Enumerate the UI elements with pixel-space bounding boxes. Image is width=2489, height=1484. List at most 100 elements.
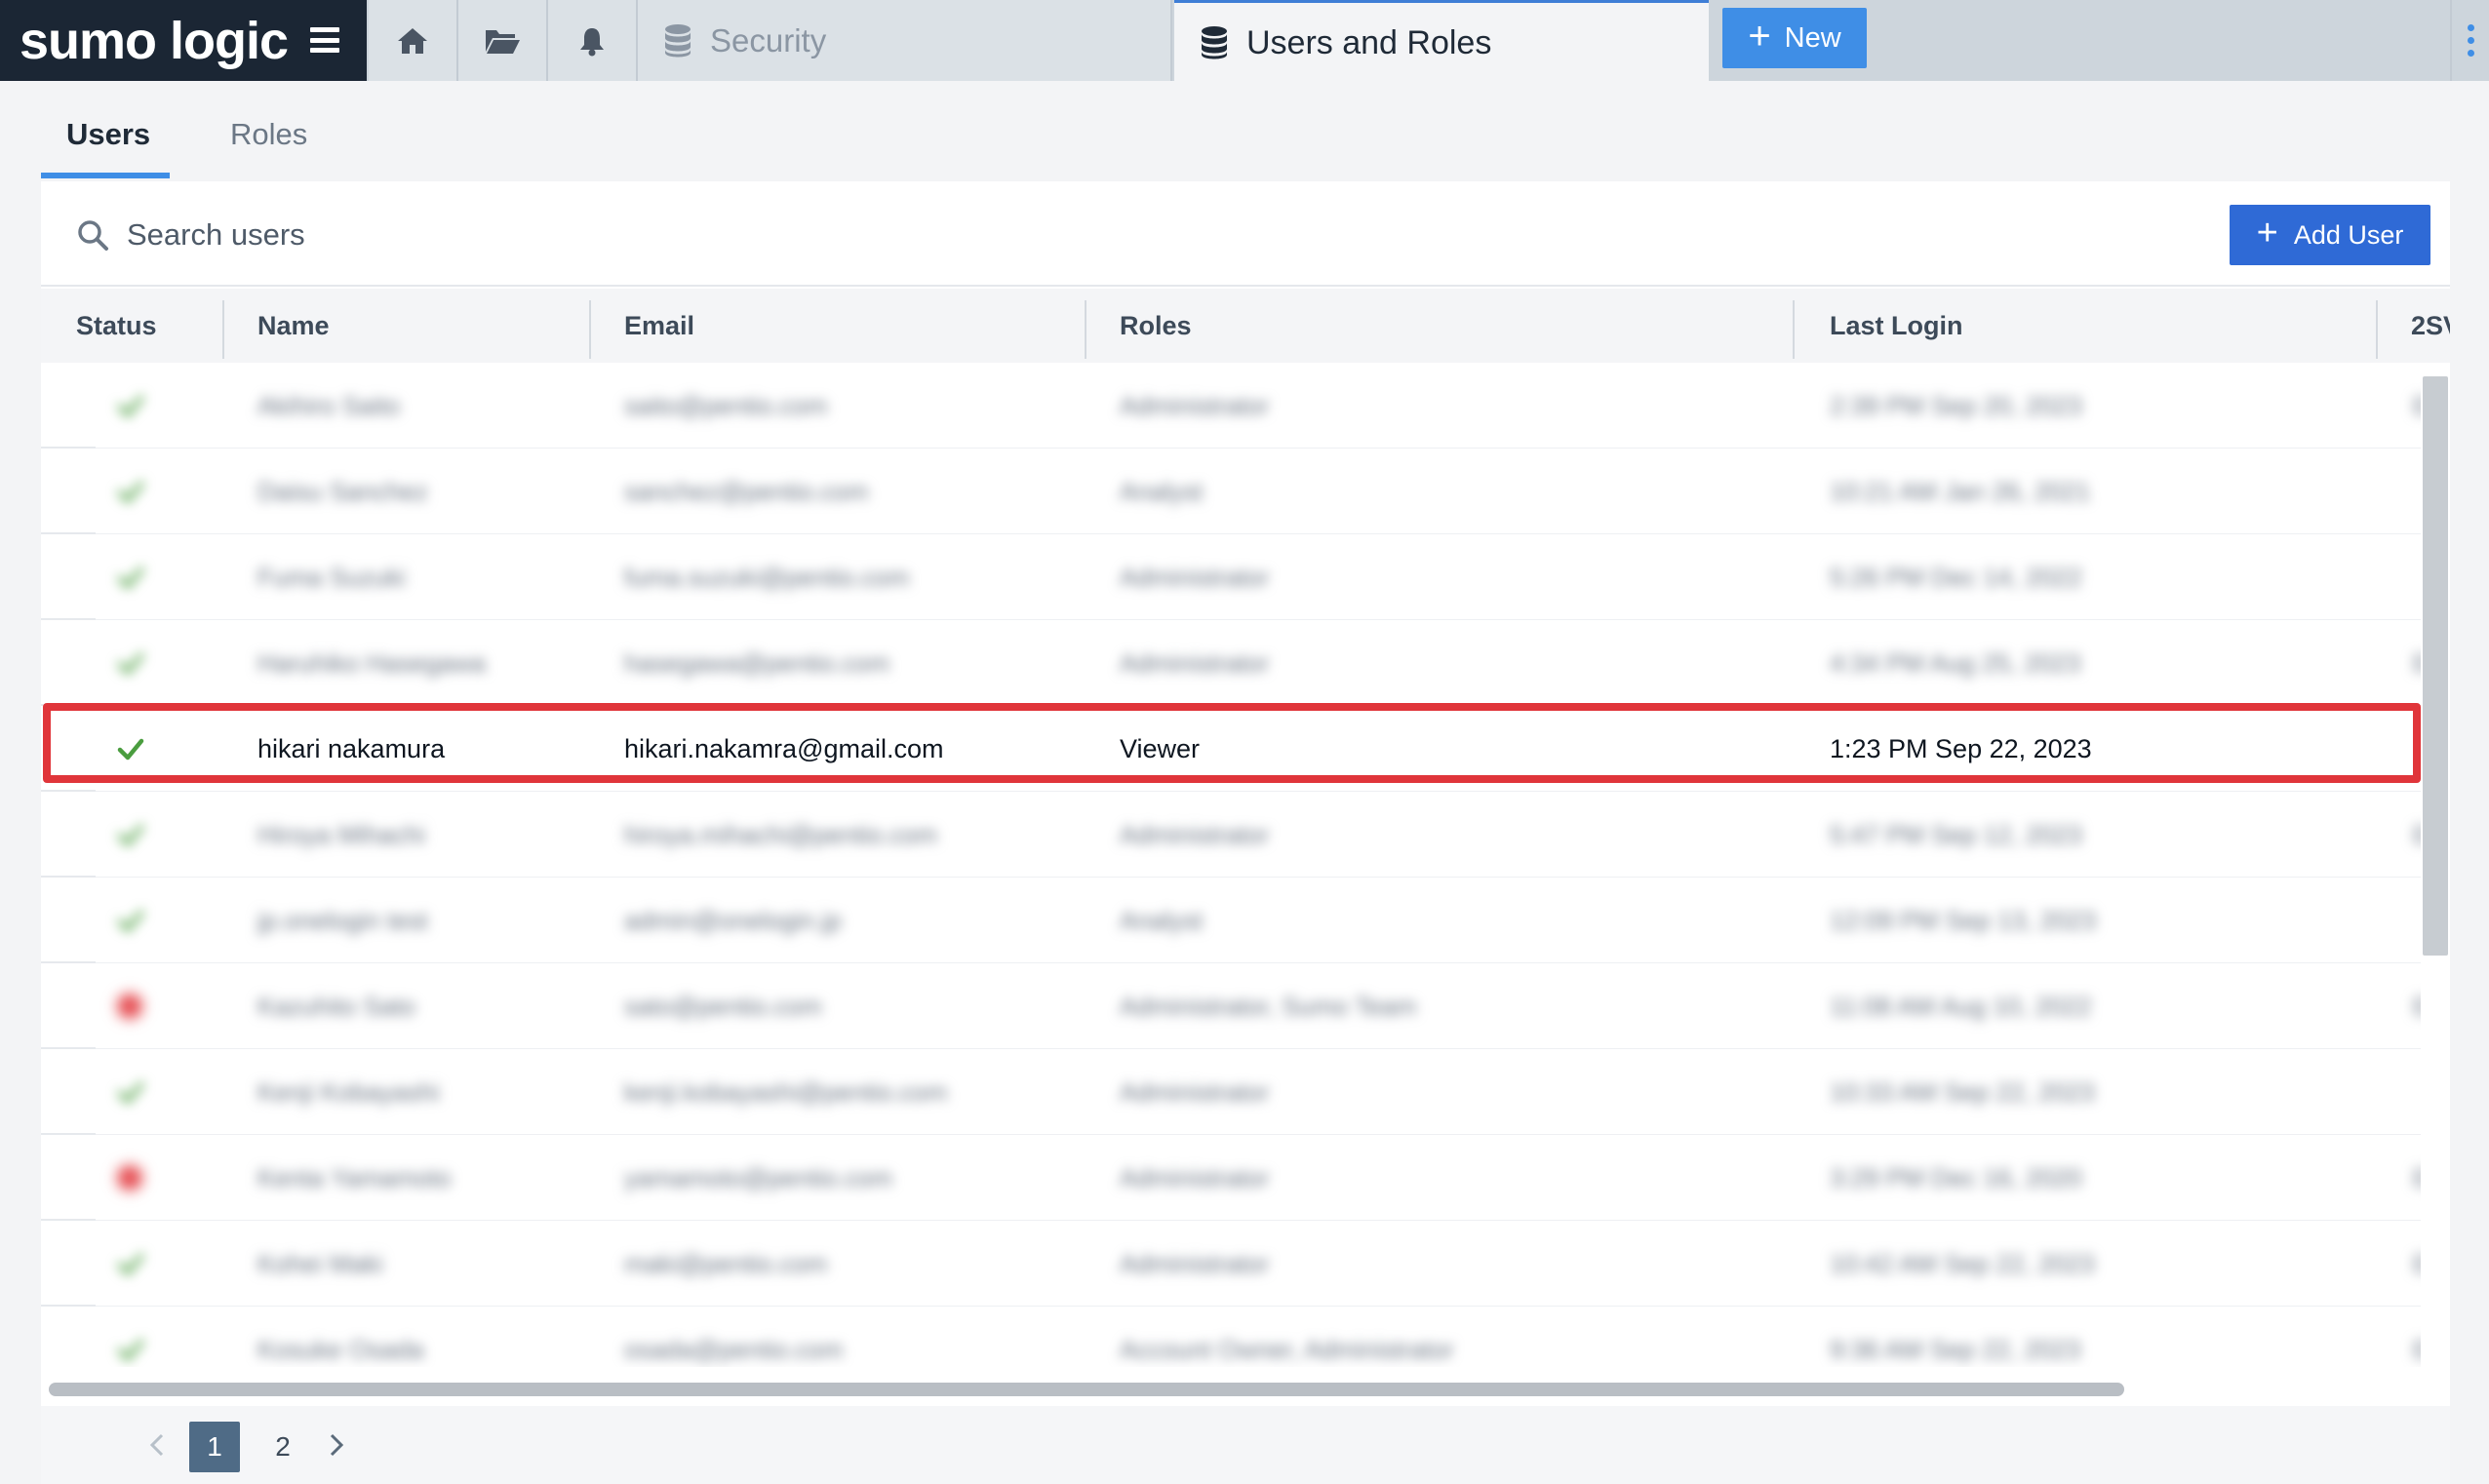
- search-bar: + Add User: [41, 181, 2450, 287]
- horizontal-scrollbar[interactable]: [49, 1383, 2124, 1396]
- cell-name: Kosuke Osada: [257, 1334, 424, 1364]
- cell-name: Daisu Sanchez: [257, 476, 428, 506]
- table-row[interactable]: Hiroya Mihachi hiroya.mihachi@pentio.com A…: [41, 792, 2421, 878]
- cell-last-login: 2:39 PM Sep 20, 2023: [1830, 390, 2082, 420]
- page-2-button[interactable]: 2: [257, 1422, 308, 1472]
- new-button-label: New: [1784, 21, 1841, 54]
- cell-2sv: E: [2413, 1221, 2421, 1307]
- cell-email: hiroya.mihachi@pentio.com: [624, 819, 938, 849]
- sumo-logic-logo[interactable]: sumo logic: [20, 11, 289, 71]
- tab-roles[interactable]: Roles: [230, 117, 307, 152]
- column-resize-handle[interactable]: [222, 300, 224, 359]
- cell-email: sato@pentio.com: [624, 991, 822, 1021]
- cell-name: Akihiro Saito: [257, 390, 400, 420]
- cell-roles: Administrator: [1120, 1248, 1270, 1278]
- table-row[interactable]: Fuma Suzuki fuma.suzuki@pentio.com Adminis…: [41, 534, 2421, 620]
- tab-security-label: Security: [710, 21, 827, 59]
- table-row[interactable]: Haruhiko Hasegawa hasegawa@pentio.com Admi…: [41, 620, 2421, 706]
- tab-users[interactable]: Users: [66, 117, 150, 152]
- cell-roles: Administrator: [1120, 819, 1270, 849]
- chevron-left-icon[interactable]: [144, 1431, 172, 1459]
- cell-email: maki@pentio.com: [624, 1248, 828, 1278]
- cell-email: hikari.nakamra@gmail.com: [624, 733, 944, 763]
- add-user-button[interactable]: + Add User: [2230, 205, 2430, 265]
- cell-last-login: 4:34 PM Aug 25, 2023: [1830, 647, 2081, 678]
- cell-email: fuma.suzuki@pentio.com: [624, 562, 910, 592]
- status-active-icon: [117, 878, 144, 963]
- status-active-icon: [117, 1049, 144, 1135]
- table-row[interactable]: Kohei Maki maki@pentio.com Administrator 10…: [41, 1221, 2421, 1307]
- cell-name: Hiroya Mihachi: [257, 819, 425, 849]
- search-icon: [78, 220, 108, 251]
- database-icon: [1202, 26, 1227, 59]
- search-input[interactable]: [125, 211, 1003, 259]
- cell-last-login: 5:47 PM Sep 12, 2023: [1830, 819, 2082, 849]
- table-row[interactable]: Kosuke Osada osada@pentio.com Account Owne…: [41, 1307, 2421, 1367]
- status-active-icon: [117, 620, 144, 706]
- top-bar: sumo logic Security Users and Roles + Ne…: [0, 0, 2489, 83]
- table-row[interactable]: Daisu Sanchez sanchez@pentio.com Analyst 10…: [41, 449, 2421, 534]
- home-button[interactable]: [369, 0, 458, 81]
- column-header-status[interactable]: Status: [76, 289, 157, 363]
- more-options-icon[interactable]: [2450, 0, 2489, 81]
- cell-last-login: 3:29 PM Dec 16, 2020: [1830, 1162, 2082, 1192]
- column-header-name[interactable]: Name: [257, 289, 330, 363]
- alerts-button[interactable]: [548, 0, 638, 81]
- column-header-last-login[interactable]: Last Login: [1830, 289, 1963, 363]
- column-header-2sv[interactable]: 2SV: [2411, 289, 2450, 363]
- table-header: Status Name Email Roles Last Login 2SV: [41, 289, 2450, 363]
- cell-last-login: 10:33 AM Sep 22, 2023: [1830, 1076, 2095, 1107]
- new-button[interactable]: + New: [1722, 8, 1867, 68]
- table-row[interactable]: Kenji Kobayashi kenji.kobayashi@pentio.co…: [41, 1049, 2421, 1135]
- column-resize-handle[interactable]: [2376, 300, 2378, 359]
- cell-2sv: E: [2413, 620, 2421, 706]
- cell-roles: Analyst: [1120, 905, 1204, 935]
- cell-last-login: 10:42 AM Sep 22, 2023: [1830, 1248, 2095, 1278]
- menu-icon[interactable]: [310, 27, 339, 53]
- plus-icon: +: [2256, 213, 2278, 254]
- cell-2sv: E: [2413, 1307, 2421, 1367]
- chevron-right-icon[interactable]: [322, 1431, 349, 1459]
- cell-roles: Administrator, Sumo Team: [1120, 991, 1417, 1021]
- vertical-scrollbar[interactable]: [2423, 376, 2448, 956]
- status-active-icon: [117, 363, 144, 449]
- cell-name: Kohei Maki: [257, 1248, 383, 1278]
- status-active-icon: [117, 449, 144, 534]
- cell-roles: Administrator: [1120, 390, 1270, 420]
- cell-name: hikari nakamura: [257, 733, 446, 763]
- tab-security[interactable]: Security: [638, 0, 1172, 81]
- folder-icon: [486, 29, 520, 54]
- cell-email: saito@pentio.com: [624, 390, 828, 420]
- cell-2sv: E: [2413, 792, 2421, 878]
- table-row[interactable]: Kenta Yamamoto yamamoto@pentio.com Adminis…: [41, 1135, 2421, 1221]
- cell-roles: Analyst: [1120, 476, 1204, 506]
- home-icon: [398, 27, 427, 54]
- column-header-email[interactable]: Email: [624, 289, 694, 363]
- cell-last-login: 10:21 AM Jan 26, 2021: [1830, 476, 2091, 506]
- table-row[interactable]: Kazuhito Sato sato@pentio.com Administrato…: [41, 963, 2421, 1049]
- pagination: 1 2: [41, 1406, 2450, 1484]
- page-1-button[interactable]: 1: [189, 1422, 240, 1472]
- tab-users-and-roles[interactable]: Users and Roles: [1174, 0, 1709, 83]
- table-row[interactable]: hikari nakamura hikari.nakamra@gmail.com V…: [41, 706, 2421, 792]
- table-row[interactable]: jp.onelogin test admin@onelogin.jp Analyst…: [41, 878, 2421, 963]
- cell-email: admin@onelogin.jp: [624, 905, 842, 935]
- cell-last-login: 11:08 AM Aug 10, 2022: [1830, 991, 2092, 1021]
- bell-icon: [580, 27, 604, 56]
- cell-roles: Administrator: [1120, 1076, 1270, 1107]
- cell-email: kenji.kobayashi@pentio.com: [624, 1076, 948, 1107]
- add-user-label: Add User: [2293, 219, 2404, 250]
- tab-users-and-roles-label: Users and Roles: [1246, 23, 1492, 61]
- cell-roles: Viewer: [1120, 733, 1201, 763]
- table-row[interactable]: Akihiro Saito saito@pentio.com Administrat…: [41, 363, 2421, 449]
- status-active-icon: [117, 792, 144, 878]
- column-resize-handle[interactable]: [1793, 300, 1795, 359]
- cell-roles: Administrator: [1120, 562, 1270, 592]
- cell-name: Kazuhito Sato: [257, 991, 415, 1021]
- library-button[interactable]: [458, 0, 548, 81]
- status-inactive-icon: [117, 1135, 142, 1221]
- column-header-roles[interactable]: Roles: [1120, 289, 1192, 363]
- column-resize-handle[interactable]: [1085, 300, 1086, 359]
- active-tab-indicator: [41, 173, 170, 178]
- column-resize-handle[interactable]: [589, 300, 591, 359]
